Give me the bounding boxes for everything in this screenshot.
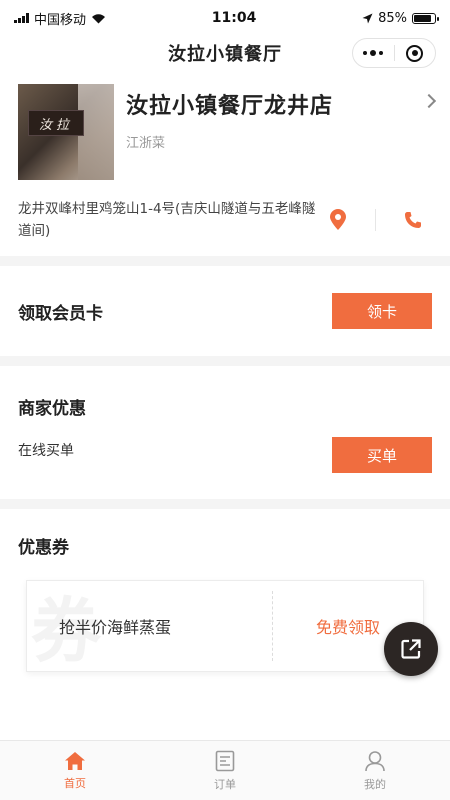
signal-icon	[14, 13, 29, 23]
merchant-offers-title: 商家优惠	[18, 399, 86, 419]
coupon-left: 券 抢半价海鲜蒸蛋	[27, 581, 272, 671]
store-header[interactable]: 汝拉 汝拉小镇餐厅龙井店 江浙菜	[0, 70, 450, 180]
tab-orders[interactable]: 订单	[150, 741, 300, 800]
get-card-button[interactable]: 领卡	[332, 293, 432, 329]
store-sign: 汝拉	[28, 110, 84, 136]
map-location-button[interactable]	[319, 201, 357, 239]
tab-orders-label: 订单	[214, 777, 236, 791]
location-pin-icon	[330, 209, 346, 230]
tab-home-label: 首页	[64, 776, 86, 790]
miniapp-capsule	[352, 38, 436, 68]
home-icon	[65, 751, 85, 770]
share-icon	[401, 639, 421, 659]
share-button[interactable]	[384, 622, 438, 676]
status-right: 85%	[362, 10, 439, 26]
coupons-section: 优惠券 券 抢半价海鲜蒸蛋 免费领取	[0, 509, 450, 672]
address-row: 龙井双峰村里鸡笼山1-4号(吉庆山隧道与五老峰隧道间)	[0, 180, 450, 256]
claim-coupon-label: 免费领取	[315, 618, 380, 637]
more-menu-button[interactable]	[353, 39, 394, 67]
call-button[interactable]	[394, 201, 432, 239]
pay-button[interactable]: 买单	[332, 437, 432, 473]
member-card-row: 领取会员卡 领卡	[0, 266, 450, 356]
merchant-offers-section: 商家优惠 在线买单 买单	[0, 366, 450, 499]
tab-bar: 首页 订单 我的	[0, 740, 450, 800]
member-card-title: 领取会员卡	[18, 303, 103, 324]
pay-online-row: 在线买单 买单	[18, 437, 432, 473]
tab-mine[interactable]: 我的	[300, 741, 450, 800]
section-gap	[0, 499, 450, 509]
status-bar: 中国移动 11:04 85%	[0, 0, 450, 36]
user-icon	[365, 750, 385, 771]
location-arrow-icon	[362, 13, 373, 23]
status-left: 中国移动	[14, 9, 106, 28]
status-time: 11:04	[211, 10, 257, 26]
tab-mine-label: 我的	[364, 777, 386, 791]
tab-home[interactable]: 首页	[0, 741, 150, 800]
address-divider	[375, 209, 376, 231]
orders-icon	[215, 750, 235, 771]
pay-online-label: 在线买单	[18, 443, 74, 459]
coupon-name: 抢半价海鲜蒸蛋	[59, 618, 172, 637]
store-cuisine: 江浙菜	[126, 136, 166, 151]
phone-icon	[405, 212, 421, 228]
store-address: 龙井双峰村里鸡笼山1-4号(吉庆山隧道与五老峰隧道间)	[18, 201, 316, 239]
store-info: 汝拉小镇餐厅龙井店 江浙菜	[114, 84, 432, 180]
coupons-title: 优惠券	[18, 538, 69, 558]
close-target-icon	[406, 44, 424, 62]
section-gap	[0, 256, 450, 266]
store-image: 汝拉	[18, 84, 114, 180]
store-sign-text: 汝拉	[38, 117, 73, 133]
more-dots-icon	[363, 50, 384, 56]
section-gap	[0, 356, 450, 366]
store-name: 汝拉小镇餐厅龙井店	[126, 94, 334, 119]
battery-percent: 85%	[378, 10, 407, 26]
page-title: 汝拉小镇餐厅	[168, 44, 282, 65]
coupon-card[interactable]: 券 抢半价海鲜蒸蛋 免费领取	[26, 580, 424, 672]
close-miniapp-button[interactable]	[395, 39, 436, 67]
address-actions	[319, 201, 432, 239]
nav-bar: 汝拉小镇餐厅	[0, 36, 450, 70]
battery-icon	[412, 12, 439, 24]
wifi-icon	[92, 13, 106, 23]
carrier-label: 中国移动	[34, 12, 87, 28]
